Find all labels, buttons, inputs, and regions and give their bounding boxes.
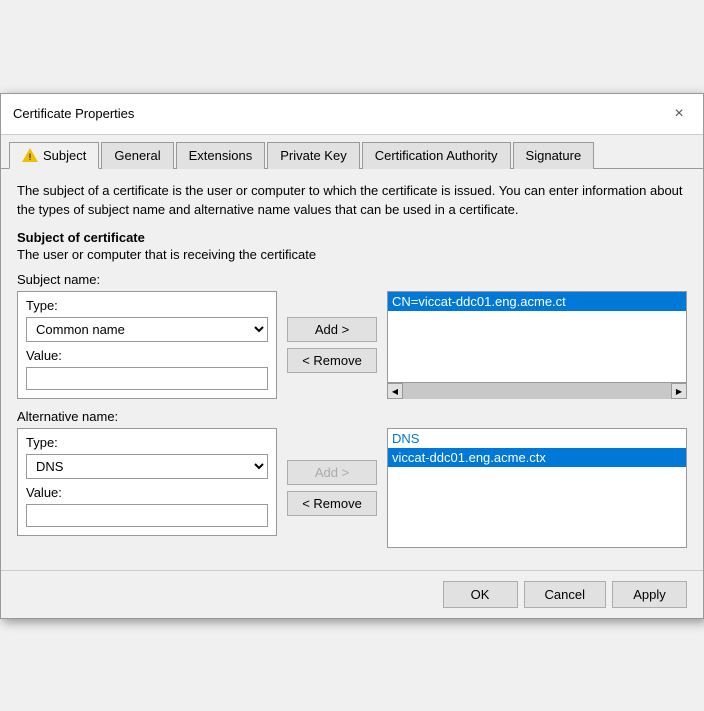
alt-listbox-category: DNS	[388, 429, 686, 448]
ok-button[interactable]: OK	[443, 581, 518, 608]
section-subtitle: The user or computer that is receiving t…	[17, 247, 687, 262]
hscroll-left-arrow[interactable]: ◀	[387, 383, 403, 399]
subject-value-input[interactable]	[26, 367, 268, 390]
tab-certification-authority[interactable]: Certification Authority	[362, 142, 511, 169]
subject-name-label: Subject name:	[17, 272, 687, 287]
tab-subject[interactable]: ! Subject	[9, 142, 99, 169]
alt-value-input[interactable]	[26, 504, 268, 527]
alt-name-row: Type: DNS Email UPN URL IP address Value…	[17, 428, 687, 548]
tab-bar: ! Subject General Extensions Private Key…	[1, 135, 703, 169]
tab-general-label: General	[114, 148, 160, 163]
subject-field-group: Type: Common name Country Locality Organ…	[17, 291, 277, 399]
dialog-title: Certificate Properties	[13, 106, 134, 121]
apply-button[interactable]: Apply	[612, 581, 687, 608]
section-title: Subject of certificate	[17, 230, 687, 245]
tab-signature-label: Signature	[526, 148, 582, 163]
alt-field-group: Type: DNS Email UPN URL IP address Value…	[17, 428, 277, 536]
subject-middle-panel: Add > < Remove	[287, 291, 377, 399]
tab-extensions[interactable]: Extensions	[176, 142, 266, 169]
content-area: The subject of a certificate is the user…	[1, 169, 703, 570]
warning-icon: !	[22, 148, 38, 162]
tab-general[interactable]: General	[101, 142, 173, 169]
close-button[interactable]: ×	[667, 102, 691, 126]
alt-left-panel: Type: DNS Email UPN URL IP address Value…	[17, 428, 277, 548]
title-bar: Certificate Properties ×	[1, 94, 703, 135]
subject-listbox[interactable]: CN=viccat-ddc01.eng.acme.ct	[387, 291, 687, 383]
subject-listbox-item-0[interactable]: CN=viccat-ddc01.eng.acme.ct	[388, 292, 686, 311]
cancel-button[interactable]: Cancel	[524, 581, 606, 608]
subject-right-panel: CN=viccat-ddc01.eng.acme.ct ◀ ▶	[387, 291, 687, 399]
subject-type-label: Type:	[26, 298, 268, 313]
tab-signature[interactable]: Signature	[513, 142, 595, 169]
tab-private-key[interactable]: Private Key	[267, 142, 359, 169]
subject-hscrollbar: ◀ ▶	[387, 383, 687, 399]
alt-listbox[interactable]: DNS viccat-ddc01.eng.acme.ctx	[387, 428, 687, 548]
alt-value-label: Value:	[26, 485, 268, 500]
tab-extensions-label: Extensions	[189, 148, 253, 163]
hscroll-right-arrow[interactable]: ▶	[671, 383, 687, 399]
bottom-button-bar: OK Cancel Apply	[1, 570, 703, 618]
tab-private-key-label: Private Key	[280, 148, 346, 163]
certificate-properties-dialog: Certificate Properties × ! Subject Gener…	[0, 93, 704, 619]
subject-remove-button[interactable]: < Remove	[287, 348, 377, 373]
alt-right-panel: DNS viccat-ddc01.eng.acme.ctx	[387, 428, 687, 548]
tab-subject-label: Subject	[43, 148, 86, 163]
subject-value-label: Value:	[26, 348, 268, 363]
alt-type-select[interactable]: DNS Email UPN URL IP address	[26, 454, 268, 479]
alt-type-label: Type:	[26, 435, 268, 450]
hscroll-track[interactable]	[403, 383, 671, 399]
description-text: The subject of a certificate is the user…	[17, 181, 687, 220]
subject-name-row: Type: Common name Country Locality Organ…	[17, 291, 687, 399]
subject-add-button[interactable]: Add >	[287, 317, 377, 342]
alt-add-button[interactable]: Add >	[287, 460, 377, 485]
alt-remove-button[interactable]: < Remove	[287, 491, 377, 516]
subject-type-select[interactable]: Common name Country Locality Organizatio…	[26, 317, 268, 342]
tab-certification-authority-label: Certification Authority	[375, 148, 498, 163]
alt-name-label: Alternative name:	[17, 409, 687, 424]
alt-middle-panel: Add > < Remove	[287, 428, 377, 548]
alt-listbox-item[interactable]: viccat-ddc01.eng.acme.ctx	[388, 448, 686, 467]
subject-left-panel: Type: Common name Country Locality Organ…	[17, 291, 277, 399]
